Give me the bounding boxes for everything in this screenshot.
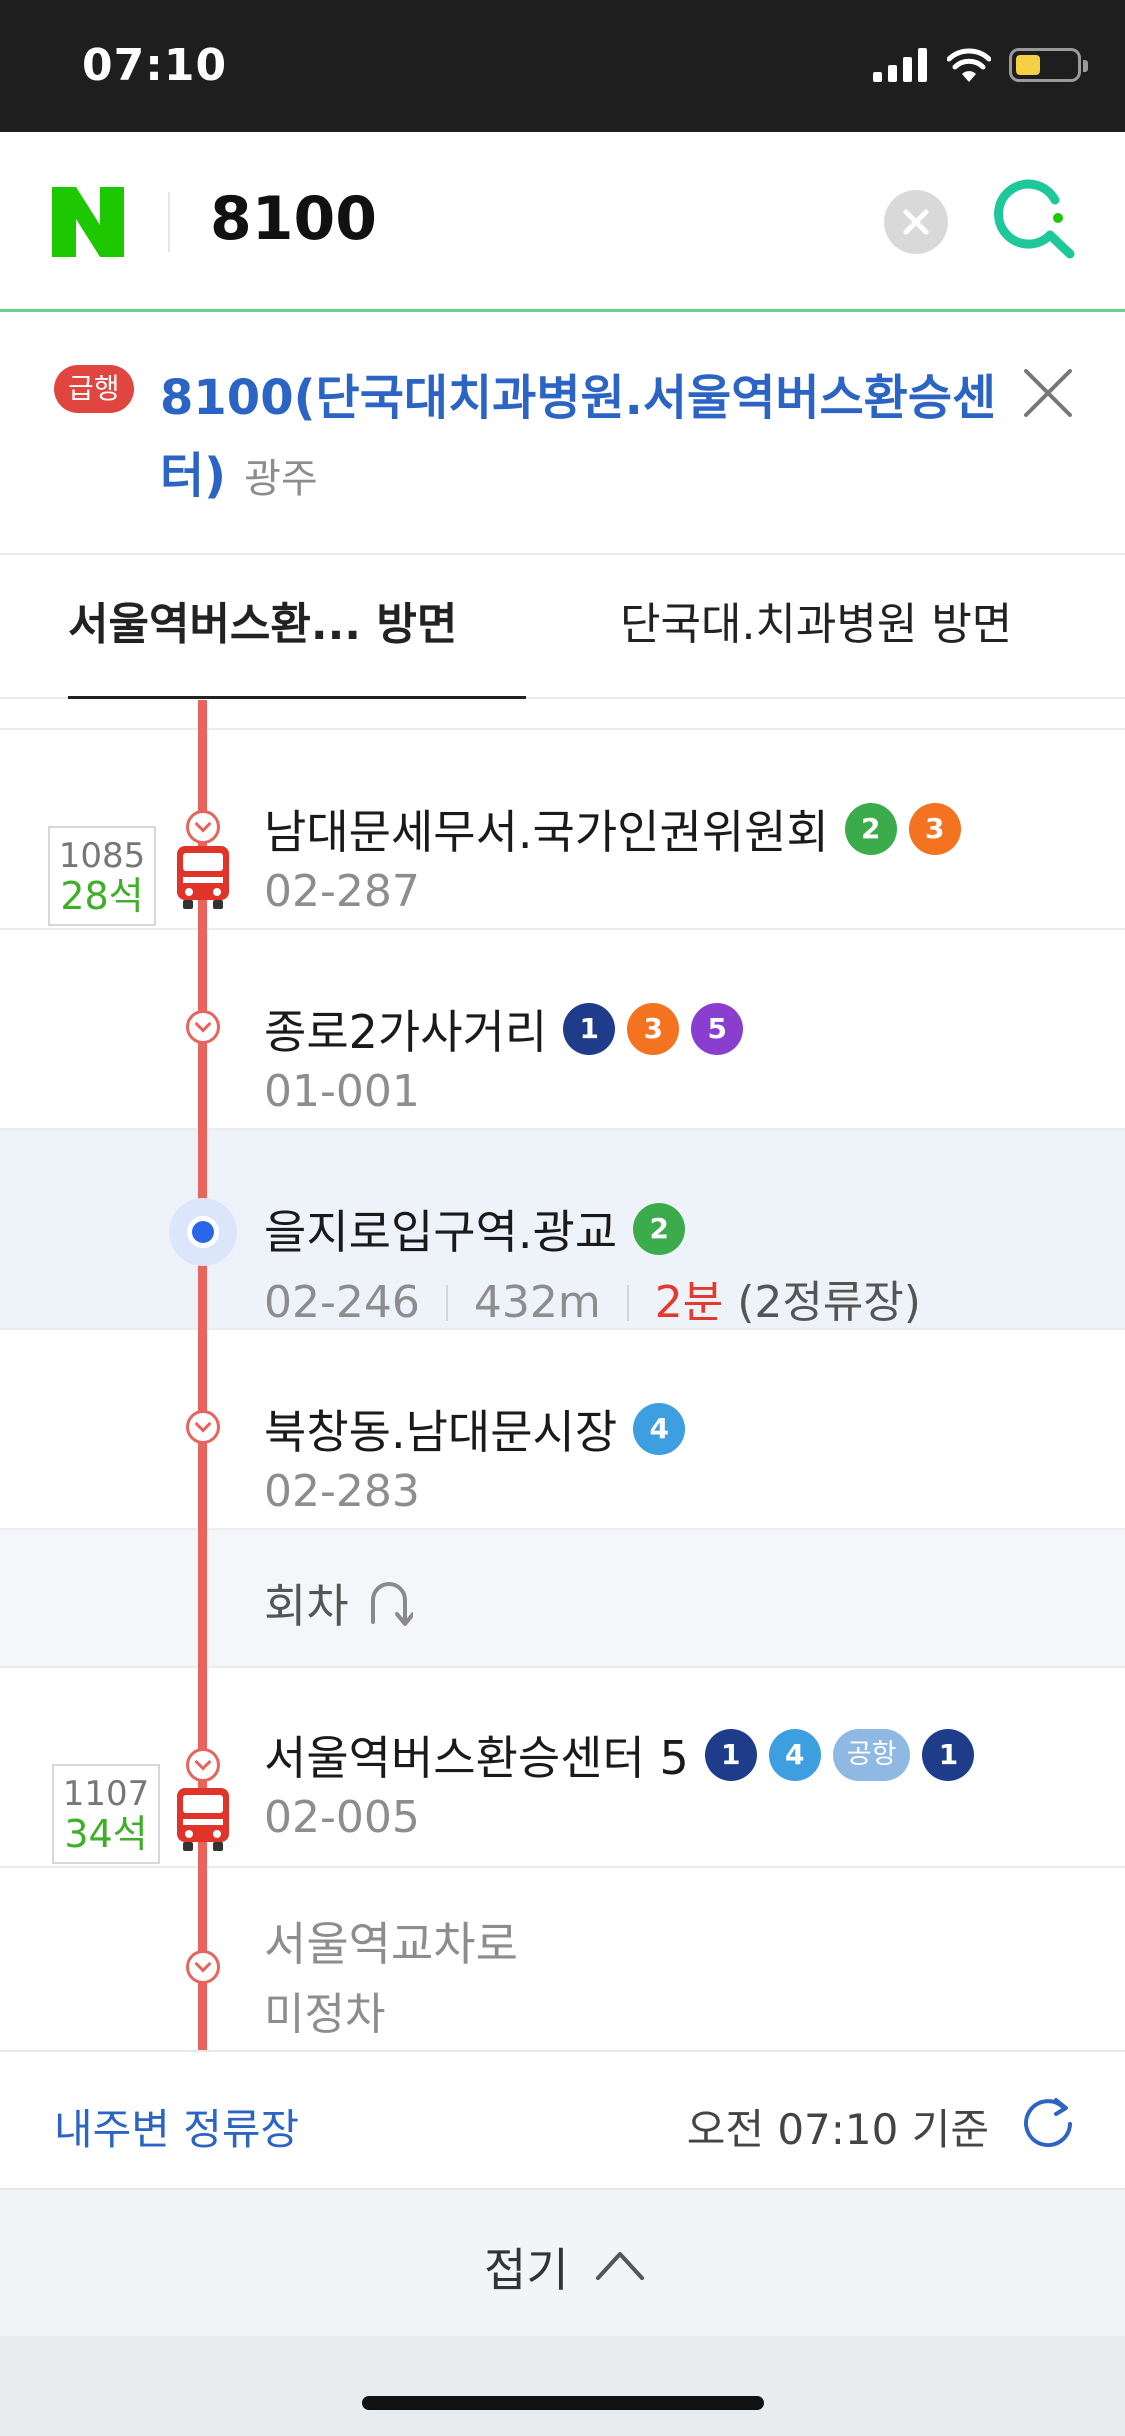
bus-icon[interactable] <box>173 844 233 910</box>
clear-icon <box>903 209 929 235</box>
bus-seats: 28석 <box>60 874 144 918</box>
subway-line-badge: 3 <box>627 1003 680 1055</box>
naver-logo[interactable] <box>52 187 124 257</box>
stop-marker-icon <box>186 1410 220 1444</box>
footer-bar: 내주변 정류장 오전 07:10 기준 <box>0 2050 1125 2188</box>
refresh-icon[interactable] <box>1020 2094 1076 2150</box>
bus-seats: 34석 <box>64 1812 148 1856</box>
subway-line-badge: 2 <box>844 803 897 855</box>
stop-name: 종로2가사거리 1 3 5 <box>264 996 755 1062</box>
signal-icon <box>873 48 927 82</box>
collapse-button[interactable]: 접기 <box>0 2188 1125 2336</box>
divider <box>445 1285 448 1321</box>
nearby-stops-link[interactable]: 내주변 정류장 <box>54 2096 299 2157</box>
updated-time: 오전 07:10 기준 <box>686 2105 989 2154</box>
turnaround-icon <box>370 1582 413 1626</box>
clear-button[interactable] <box>884 190 948 254</box>
wifi-icon <box>947 48 991 82</box>
stop-marker-icon <box>186 1950 220 1984</box>
list-item[interactable]: 북창동.남대문시장 4 02-283 <box>0 1330 1125 1530</box>
route-region: 광주 <box>244 456 318 502</box>
stop-list[interactable]: 남대문세무서.국가인권위원회 2 3 02-287 종로2가사거리 1 3 5 … <box>0 700 1125 2050</box>
current-location-icon <box>169 1198 237 1266</box>
search-divider <box>168 192 170 252</box>
stop-name: 을지로입구역.광교 2 <box>264 1196 697 1262</box>
status-time: 07:10 <box>82 40 228 91</box>
subway-line-badge: 1 <box>563 1003 616 1055</box>
stop-name: 남대문세무서.국가인권위원회 2 3 <box>264 796 973 862</box>
battery-icon <box>1009 48 1088 82</box>
list-item[interactable]: 서울역버스환승센터 5 1 4 공항 1 02-005 <box>0 1668 1125 1868</box>
chevron-up-icon <box>596 2252 644 2280</box>
stop-name: 서울역버스환승센터 5 1 4 공항 1 <box>264 1722 986 1788</box>
stop-marker-icon <box>186 1748 220 1782</box>
stop-code: 02-246 <box>264 1277 420 1328</box>
bus-icon[interactable] <box>173 1786 233 1852</box>
stop-name: 서울역교차로 <box>264 1908 534 1974</box>
stop-name-text: 서울역버스환승센터 5 <box>264 1731 689 1785</box>
subway-line-badge: 4 <box>633 1403 686 1455</box>
bus-number: 1107 <box>62 1774 150 1814</box>
subway-line-badge: 1 <box>704 1729 757 1781</box>
list-item[interactable]: 서울역교차로 미정차 <box>0 1868 1125 2050</box>
stop-name-text: 북창동.남대문시장 <box>264 1405 618 1459</box>
subway-line-badge: 4 <box>768 1729 821 1781</box>
subway-line-badge: 3 <box>908 803 961 855</box>
stop-name-text: 서울역교차로 <box>264 1917 518 1971</box>
battery-level <box>1016 55 1040 75</box>
status-icons <box>873 48 1088 82</box>
stop-name: 북창동.남대문시장 4 <box>264 1396 697 1462</box>
home-indicator[interactable] <box>362 2396 764 2410</box>
turnaround-label: 회차 <box>264 1570 413 1636</box>
route-header: 급행 8100(단국대치과병원.서울역버스환승센터) 광주 <box>0 315 1125 555</box>
bus-info-card[interactable]: 1085 28석 <box>48 826 156 926</box>
tab-direction-seoul-station[interactable]: 서울역버스환... 방면 <box>68 555 526 699</box>
stop-marker-icon <box>186 810 220 844</box>
bus-info-card[interactable]: 1107 34석 <box>52 1764 160 1864</box>
stop-name-text: 을지로입구역.광교 <box>264 1205 618 1259</box>
direction-tabs: 서울역버스환... 방면 단국대.치과병원 방면 <box>0 555 1125 699</box>
bus-number: 1085 <box>58 836 146 876</box>
collapse-label: 접기 <box>484 2243 569 2297</box>
subway-line-badge: 2 <box>633 1203 686 1255</box>
stop-details: 02-246 432m 2분 (2정류장) <box>264 1266 921 1330</box>
route-title[interactable]: 8100(단국대치과병원.서울역버스환승센터) 광주 <box>160 359 1000 518</box>
list-item[interactable]: 종로2가사거리 1 3 5 01-001 <box>0 930 1125 1130</box>
close-icon[interactable] <box>1020 365 1076 421</box>
stop-marker-icon <box>186 1010 220 1044</box>
divider <box>626 1285 629 1321</box>
stop-code: 02-287 <box>264 866 420 917</box>
search-icon[interactable] <box>992 172 1082 262</box>
stops-remaining: (2정류장) <box>737 1277 921 1328</box>
stop-distance: 432m <box>473 1277 601 1328</box>
tab-direction-dankook[interactable]: 단국대.치과병원 방면 <box>620 555 1012 699</box>
subway-line-badge: 1 <box>922 1729 975 1781</box>
search-input[interactable]: 8100 <box>210 184 377 254</box>
stop-name-text: 남대문세무서.국가인권위원회 <box>264 805 829 859</box>
list-item[interactable]: 남대문세무서.국가인권위원회 2 3 02-287 <box>0 730 1125 930</box>
stop-code: 02-283 <box>264 1466 420 1517</box>
stop-code: 01-001 <box>264 1066 420 1117</box>
home-indicator-area <box>0 2336 1125 2436</box>
status-bar: 07:10 <box>0 0 1125 132</box>
search-bar: 8100 <box>0 132 1125 312</box>
subway-line-badge: 5 <box>691 1003 744 1055</box>
stop-name-text: 종로2가사거리 <box>264 1005 548 1059</box>
arrival-eta: 2분 <box>654 1277 724 1328</box>
express-badge: 급행 <box>54 365 134 413</box>
stop-code: 02-005 <box>264 1792 420 1843</box>
airport-line-badge: 공항 <box>832 1729 911 1781</box>
turnaround-text: 회차 <box>264 1579 349 1633</box>
stop-code: 미정차 <box>264 1989 386 2040</box>
turnaround-row: 회차 <box>0 1530 1125 1668</box>
